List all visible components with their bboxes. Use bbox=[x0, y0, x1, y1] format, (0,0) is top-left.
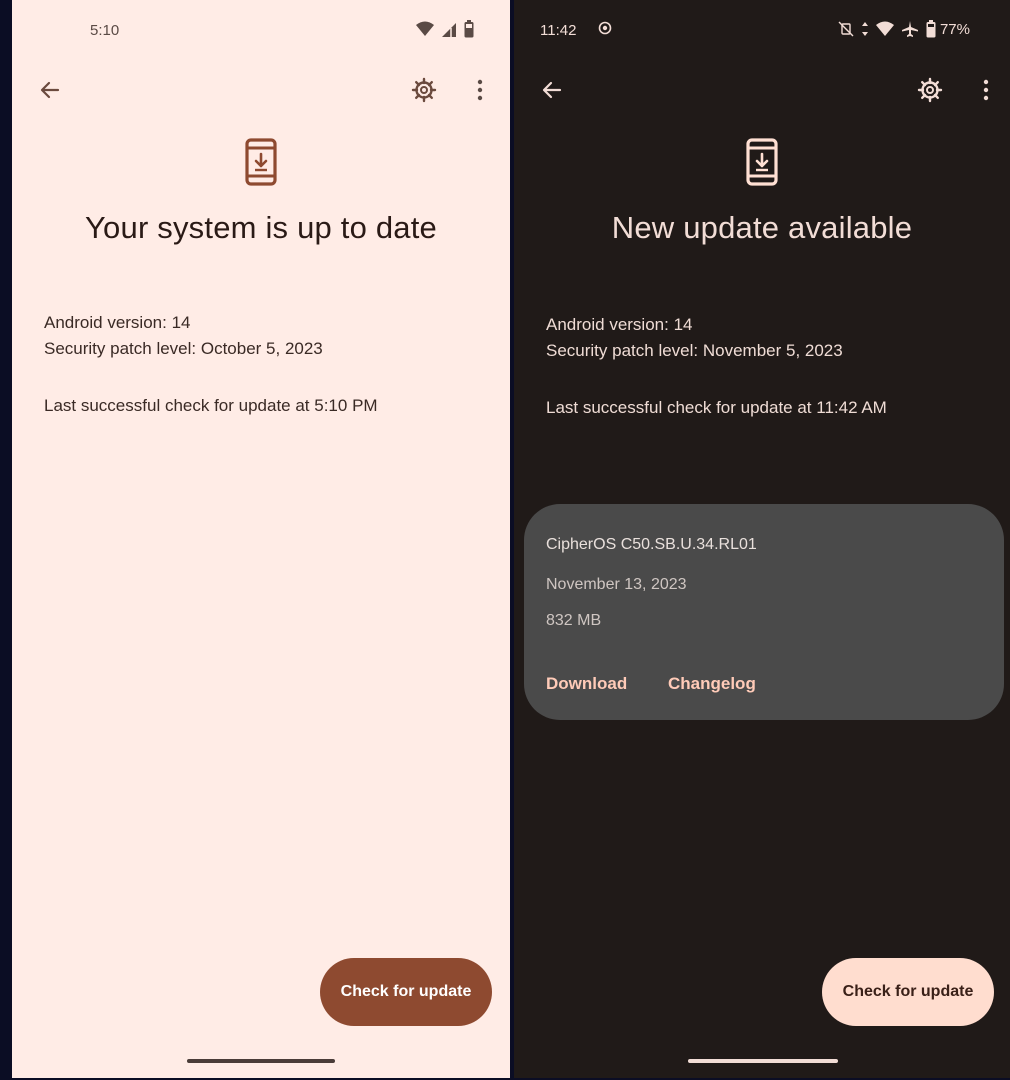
back-arrow-icon[interactable] bbox=[538, 76, 566, 104]
signal-icon bbox=[442, 23, 456, 37]
battery-icon bbox=[926, 20, 936, 38]
changelog-button[interactable]: Changelog bbox=[668, 674, 756, 694]
gesture-nav-bar[interactable] bbox=[688, 1059, 838, 1063]
airplane-icon bbox=[901, 21, 918, 37]
version-info: Android version: 14 Security patch level… bbox=[546, 312, 843, 364]
version-info: Android version: 14 Security patch level… bbox=[44, 310, 323, 362]
gear-icon[interactable] bbox=[916, 76, 944, 104]
update-version: CipherOS C50.SB.U.34.RL01 bbox=[546, 536, 757, 553]
check-for-update-button[interactable]: Check for update bbox=[320, 958, 492, 1026]
gear-icon[interactable] bbox=[410, 76, 438, 104]
last-check-text: Last successful check for update at 5:10… bbox=[44, 396, 378, 415]
vibrate-off-icon bbox=[838, 21, 854, 37]
update-date: November 13, 2023 bbox=[546, 576, 687, 593]
back-arrow-icon[interactable] bbox=[36, 76, 64, 104]
update-size: 832 MB bbox=[546, 612, 602, 629]
data-arrows-icon bbox=[861, 22, 868, 36]
more-options-icon[interactable] bbox=[466, 76, 494, 104]
update-card: CipherOS C50.SB.U.34.RL01 November 13, 2… bbox=[524, 504, 1004, 720]
status-bar: 11:42 77% bbox=[514, 20, 1010, 44]
page-title: Your system is up to date bbox=[85, 210, 437, 245]
gesture-nav-bar[interactable] bbox=[187, 1059, 335, 1063]
status-icons: 77% bbox=[838, 20, 970, 38]
download-button[interactable]: Download bbox=[546, 674, 627, 694]
top-app-bar bbox=[12, 74, 510, 106]
status-bar: 5:10 bbox=[12, 20, 510, 44]
wifi-icon bbox=[416, 21, 434, 36]
battery-percent: 77% bbox=[939, 20, 970, 38]
top-app-bar bbox=[514, 74, 1010, 106]
wifi-icon bbox=[875, 21, 894, 36]
status-time: 5:10 bbox=[90, 22, 120, 39]
light-phone-screen: 5:10 Your system is up to date Android v… bbox=[12, 0, 510, 1078]
check-for-update-button[interactable]: Check for update bbox=[822, 958, 994, 1026]
status-icons bbox=[416, 20, 474, 38]
system-update-icon bbox=[245, 138, 277, 186]
status-time: 11:42 bbox=[540, 22, 577, 39]
android-version: Android version: 14 bbox=[44, 313, 191, 332]
page-title: New update available bbox=[611, 210, 913, 245]
android-version: Android version: 14 bbox=[546, 315, 693, 334]
record-icon bbox=[598, 21, 612, 35]
security-patch-level: Security patch level: November 5, 2023 bbox=[546, 341, 843, 360]
system-update-icon bbox=[746, 138, 778, 186]
security-patch-level: Security patch level: October 5, 2023 bbox=[44, 339, 323, 358]
battery-icon bbox=[464, 20, 474, 38]
dark-phone-screen: 11:42 77% New update available Android v… bbox=[514, 0, 1010, 1078]
last-check-text: Last successful check for update at 11:4… bbox=[546, 398, 887, 417]
more-options-icon[interactable] bbox=[972, 76, 1000, 104]
